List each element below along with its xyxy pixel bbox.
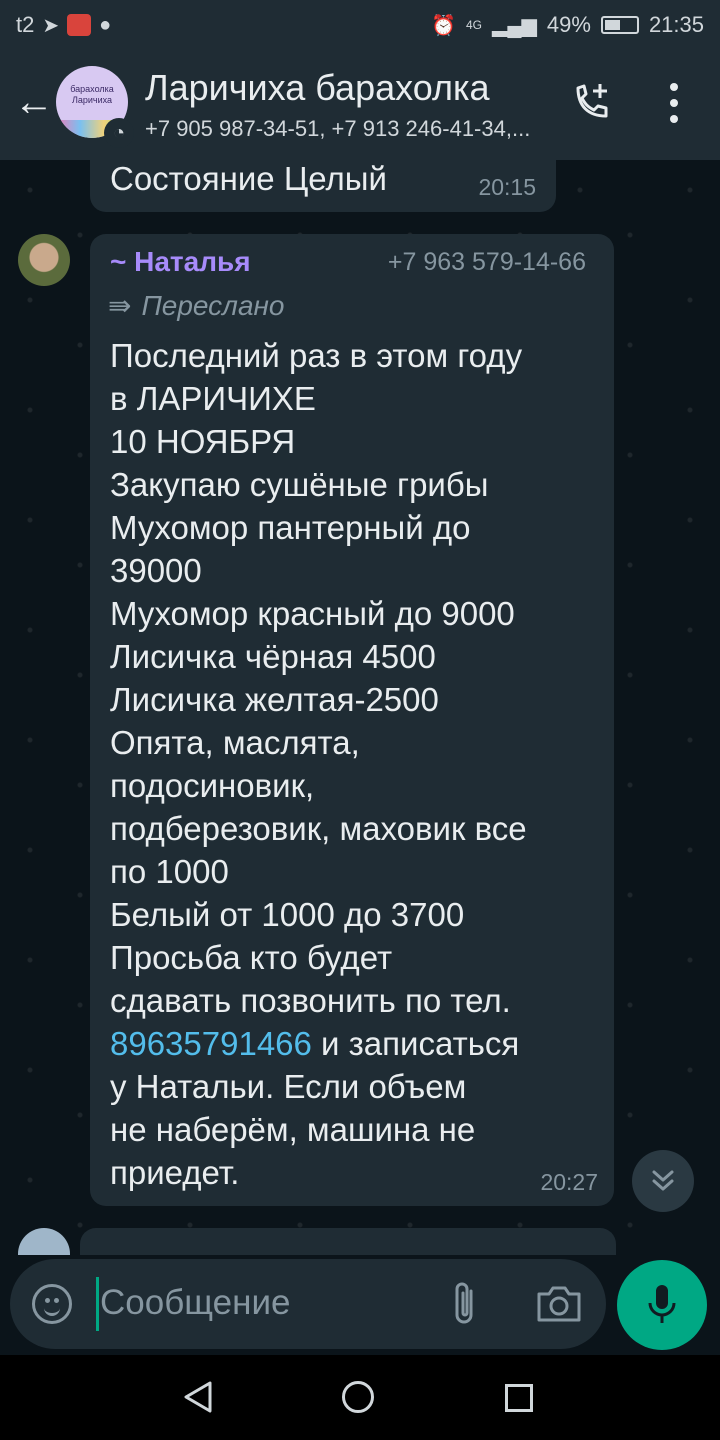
message-input[interactable]: Сообщение [100,1283,290,1323]
disappearing-timer-icon: ◔ [104,118,134,148]
chat-area[interactable]: Состояние Целый 20:15 ~ Наталья +7 963 5… [0,160,720,1255]
battery-icon [600,16,639,34]
message-text: Состояние Целый [110,160,387,197]
chat-title[interactable]: Ларичиха барахолка [145,67,490,109]
message-line: Закупаю сушёные грибы [110,466,489,503]
message-line: Белый от 1000 до 3700 [110,896,465,933]
message-text: и записаться [311,1025,520,1062]
battery-percent: 49% [546,12,591,37]
phone-link[interactable]: 89635791466 [110,1025,312,1062]
message-line: Опята, маслята, [110,724,360,761]
nav-home-icon[interactable] [342,1381,374,1413]
message-line: в ЛАРИЧИХЕ [110,380,316,417]
message-line: приедет. [110,1154,240,1191]
forward-icon: ⇛ [108,290,132,321]
alarm-icon: ⏰ [431,14,456,37]
double-chevron-down-icon [652,1170,674,1191]
message-line: 10 НОЯБРЯ [110,423,296,460]
status-bar: t2 ➤ ● ⏰ 4G ▂▄▆ 49% 21:35 [0,0,720,50]
message-time: 20:15 [478,174,536,200]
message-input-bar[interactable]: Сообщение [10,1259,606,1349]
message-line: Лисичка чёрная 4500 [110,638,436,675]
chat-icon: ● [99,13,112,36]
chat-header: ← барахолка Ларичиха ◔ Ларичиха барахолк… [0,50,720,160]
message-line: Мухомор пантерный до [110,509,471,546]
microphone-icon [648,1285,676,1323]
more-options-icon[interactable] [662,83,686,123]
mic-button[interactable] [617,1260,707,1350]
signal-icon: ▂▄▆ [491,14,537,37]
message-line: 39000 [110,552,202,589]
add-call-icon[interactable] [570,80,614,124]
message-line: подосиновик, [110,767,315,804]
message-line: Лисичка желтая-2500 [110,681,439,718]
back-arrow-icon[interactable]: ← [14,82,54,122]
emoji-icon[interactable] [32,1284,72,1324]
message-line: Мухомор красный до 9000 [110,595,515,632]
message-bubble[interactable]: Состояние Целый 20:15 [90,160,556,212]
message-bubble[interactable]: ~ Наталья +7 963 579-14-66 ⇛ Переслано П… [90,234,614,1206]
app-notification-icon [67,14,92,36]
text-cursor [96,1277,99,1331]
message-line: подберезовик, маховик все [110,810,527,847]
scroll-down-button[interactable] [632,1150,694,1212]
clock: 21:35 [648,12,704,37]
message-line: Просьба кто будет [110,939,393,976]
paperclip-icon[interactable] [447,1279,483,1329]
network-type: 4G [465,18,482,32]
message-body: Последний раз в этом году в ЛАРИЧИХЕ 10 … [110,334,600,1194]
message-line: у Натальи. Если объем [110,1068,467,1105]
sender-avatar[interactable] [18,234,70,286]
nav-back-icon[interactable] [182,1380,214,1414]
system-nav-bar [0,1355,720,1440]
message-line: по 1000 [110,853,229,890]
camera-icon[interactable] [535,1284,583,1324]
message-line: сдавать позвонить по тел. [110,982,511,1019]
forwarded-text: Переслано [141,289,285,321]
message-line: 89635791466 и записаться [110,1022,600,1065]
participants-subtitle[interactable]: +7 905 987-34-51, +7 913 246-41-34,... [145,116,545,142]
sender-name[interactable]: ~ Наталья [110,246,251,278]
message-bubble[interactable] [80,1228,616,1255]
forwarded-label: ⇛ Переслано [108,289,285,322]
nav-recents-icon[interactable] [505,1384,533,1412]
group-avatar-text: барахолка Ларичиха [70,84,114,105]
sender-phone: +7 963 579-14-66 [387,248,586,276]
telegram-icon: ➤ [42,14,60,37]
message-time: 20:27 [540,1169,598,1195]
carrier-label: t2 [16,12,35,37]
message-line: Последний раз в этом году [110,337,523,374]
composer: Сообщение [0,1255,720,1355]
message-line: не наберём, машина не [110,1111,476,1148]
